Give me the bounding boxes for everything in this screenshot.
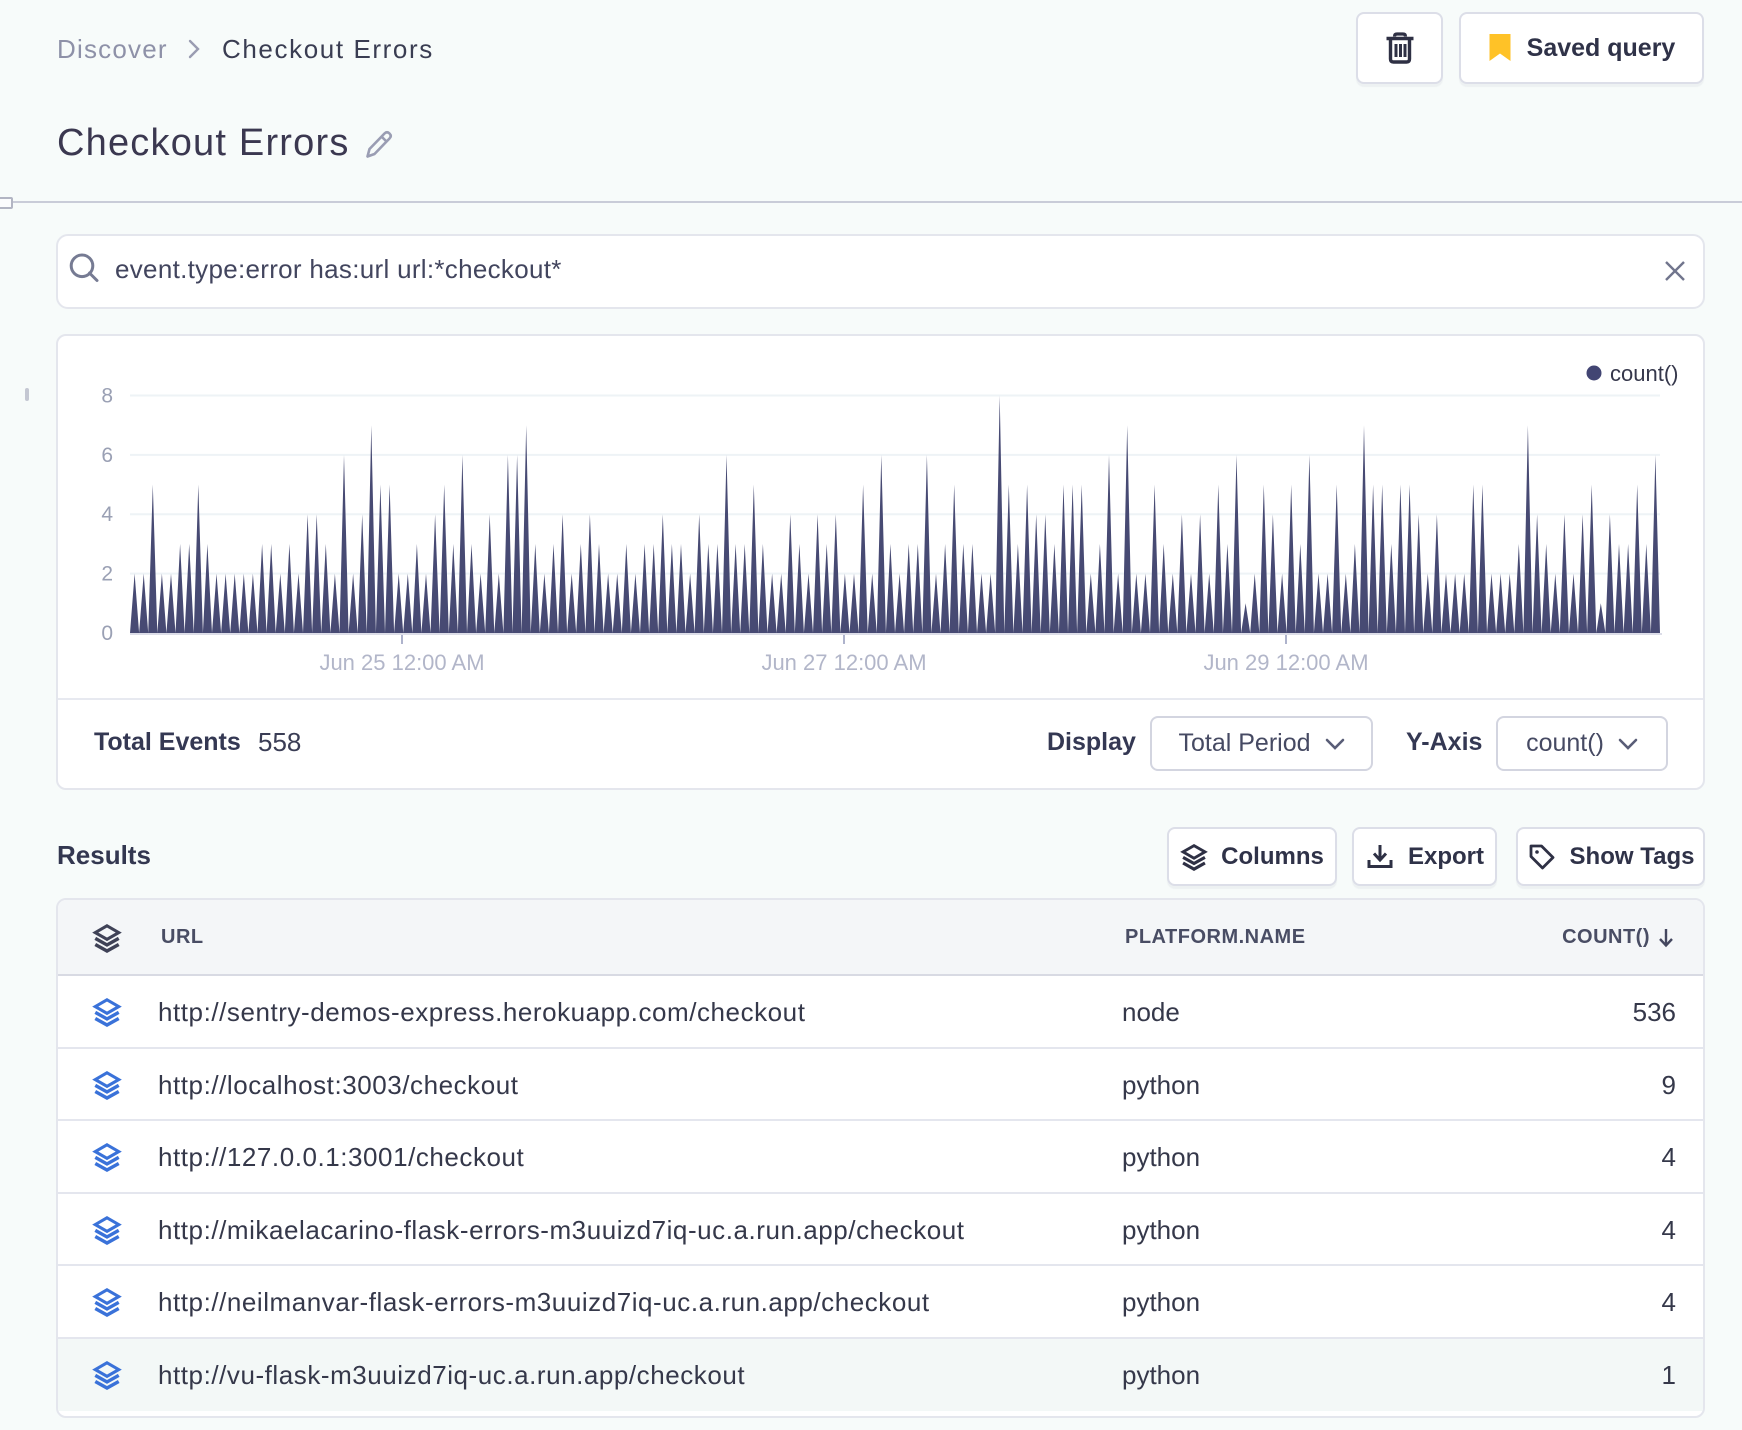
svg-text:6: 6 bbox=[101, 444, 113, 467]
svg-text:Jun 25 12:00 AM: Jun 25 12:00 AM bbox=[319, 650, 484, 675]
svg-text:Jun 27 12:00 AM: Jun 27 12:00 AM bbox=[761, 650, 926, 675]
svg-text:2: 2 bbox=[101, 563, 113, 586]
svg-text:4: 4 bbox=[101, 503, 113, 526]
svg-text:0: 0 bbox=[101, 622, 113, 645]
svg-text:count(): count() bbox=[1610, 361, 1678, 386]
svg-text:Jun 29 12:00 AM: Jun 29 12:00 AM bbox=[1203, 650, 1368, 675]
svg-text:8: 8 bbox=[101, 385, 113, 408]
